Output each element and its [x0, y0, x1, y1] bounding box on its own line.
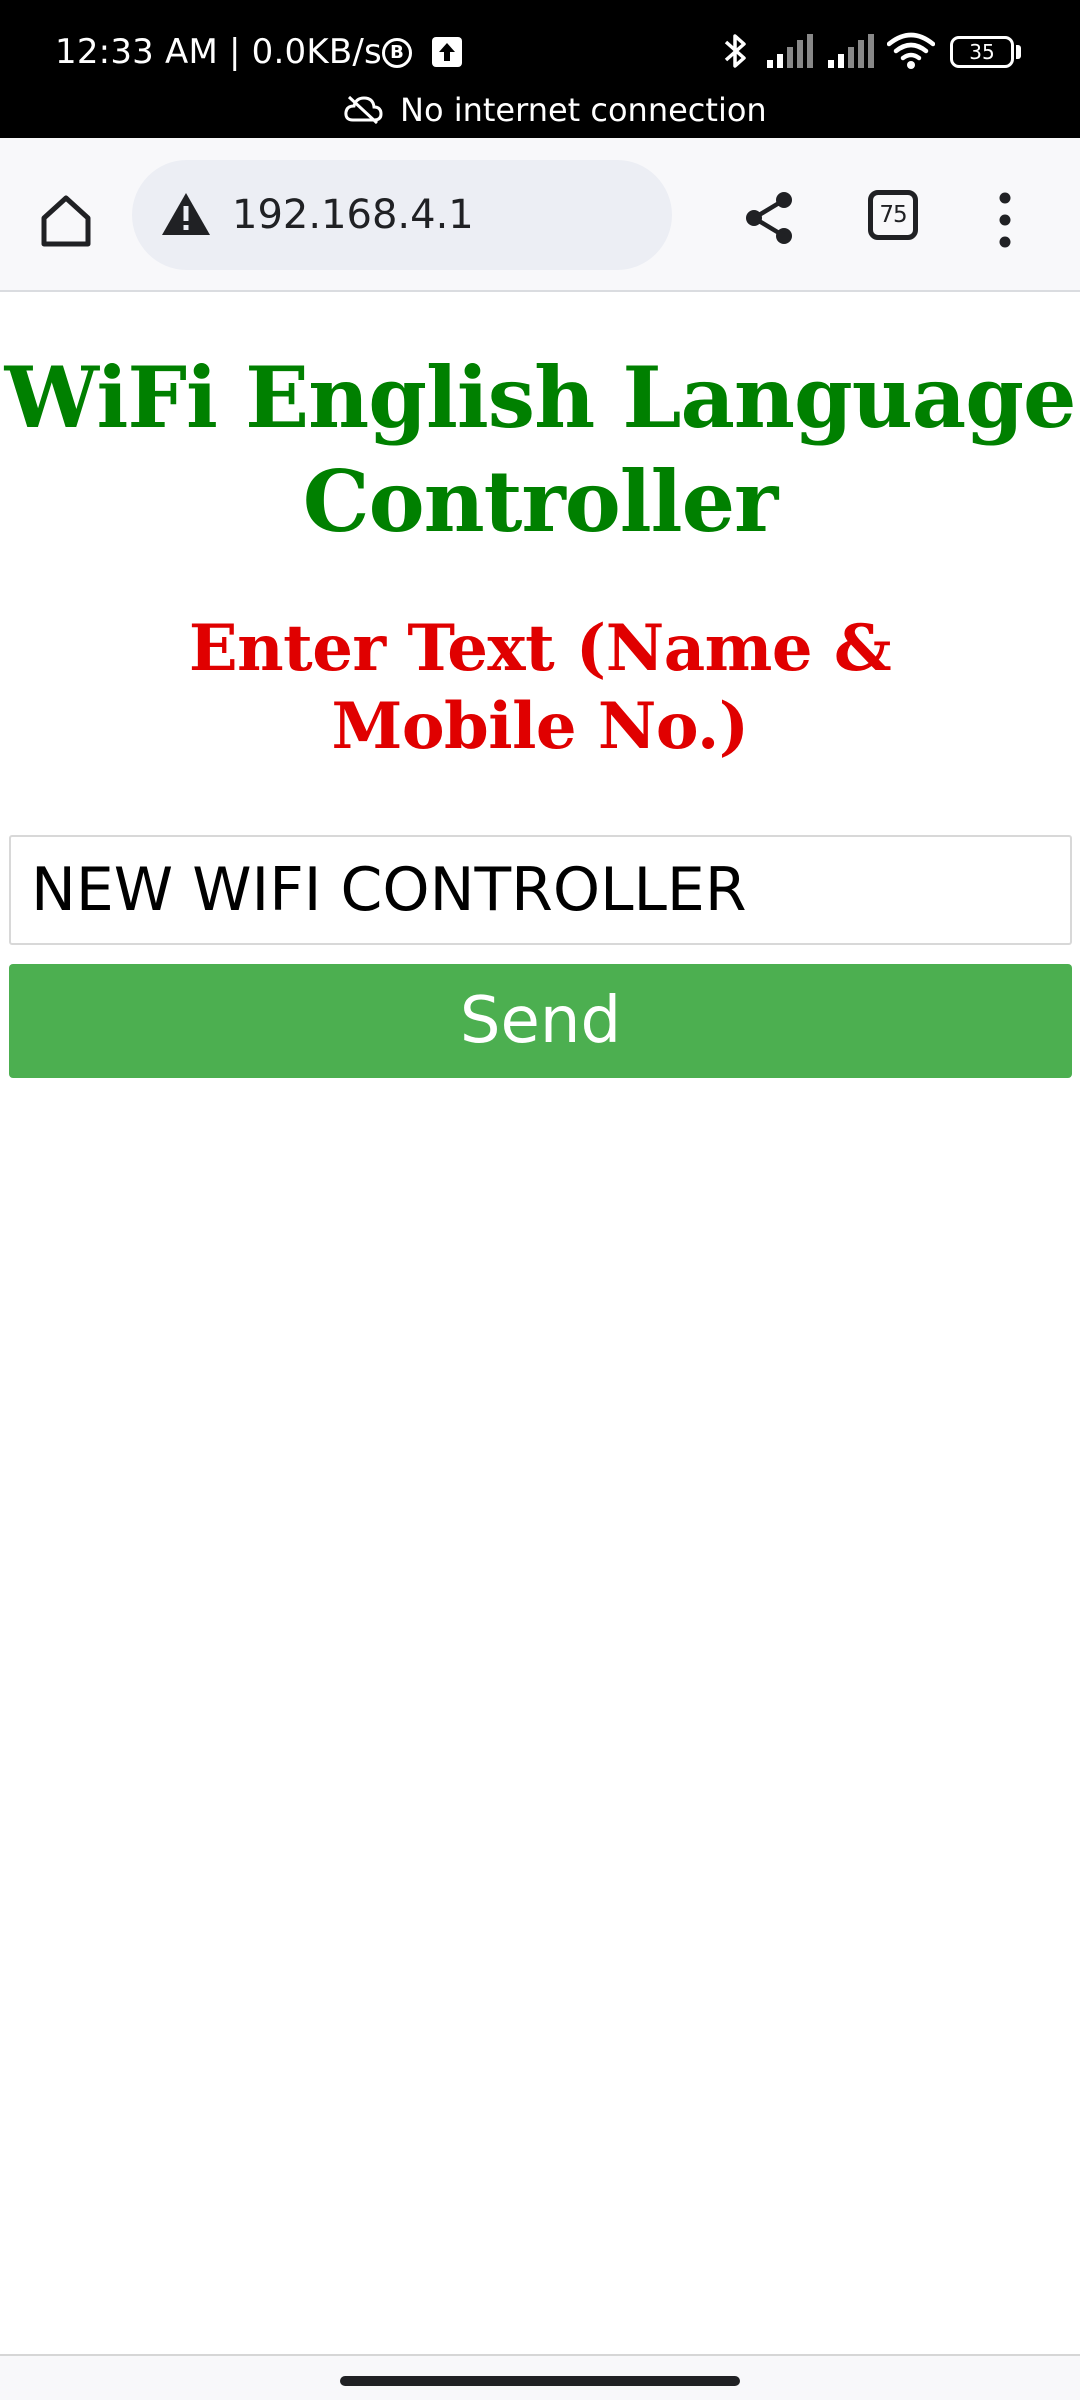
- url-text[interactable]: 192.168.4.1: [232, 188, 474, 242]
- b-badge-icon: B: [382, 38, 412, 68]
- network-notice-text: No internet connection: [400, 91, 767, 129]
- signal-icon: [826, 34, 876, 74]
- home-indicator[interactable]: [340, 2376, 740, 2386]
- status-time: 12:33 AM | 0.0KB/s: [55, 32, 382, 72]
- send-button[interactable]: Send: [9, 964, 1072, 1078]
- more-vert-icon[interactable]: [985, 188, 1025, 252]
- battery-icon: 35: [950, 36, 1014, 68]
- share-icon[interactable]: [740, 188, 800, 248]
- wifi-icon: [886, 32, 936, 74]
- tab-switcher-button[interactable]: 75: [868, 190, 918, 240]
- warning-icon[interactable]: [160, 190, 212, 242]
- gesture-bar: [0, 2356, 1080, 2400]
- home-icon[interactable]: [36, 190, 96, 250]
- text-input[interactable]: [9, 835, 1072, 945]
- status-row: 12:33 AM | 0.0KB/s B 35: [0, 0, 1080, 100]
- input-instruction: Enter Text (Name & Mobile No.): [188, 611, 892, 764]
- browser-toolbar: 192.168.4.1 75: [0, 138, 1080, 292]
- battery-level: 35: [969, 40, 995, 64]
- page-title: WiFi English Language Controller: [4, 348, 1077, 551]
- battery-cap: [1016, 45, 1021, 59]
- bluetooth-icon: [722, 30, 750, 76]
- url-bar[interactable]: 192.168.4.1: [132, 160, 672, 270]
- status-bar: 12:33 AM | 0.0KB/s B 35 No internet conn…: [0, 0, 1080, 138]
- network-notice: No internet connection: [0, 88, 1080, 132]
- signal-icon: [765, 34, 815, 74]
- cloud-off-icon: [343, 94, 383, 128]
- upload-icon: [432, 37, 462, 67]
